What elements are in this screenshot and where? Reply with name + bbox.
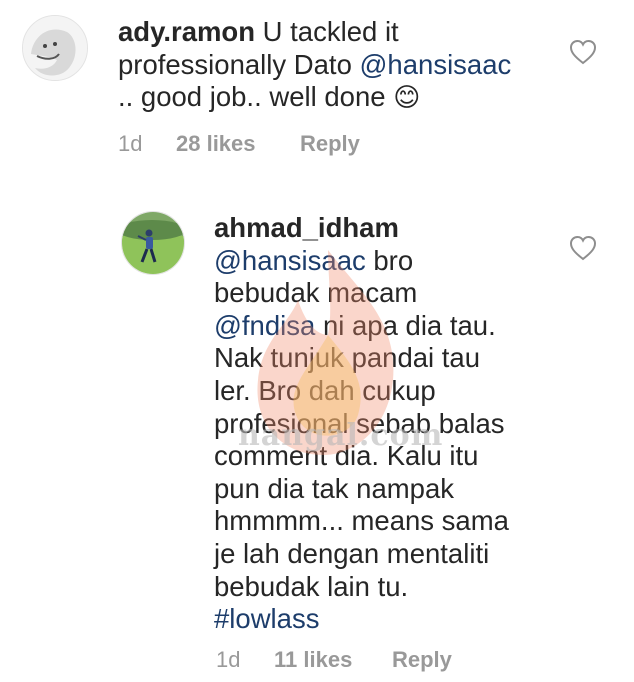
- likes-count[interactable]: 11 likes: [274, 647, 392, 673]
- username[interactable]: ady.ramon: [118, 16, 255, 47]
- avatar-golfer-photo-icon: [122, 212, 184, 274]
- emoji-smile: 😊: [393, 82, 421, 113]
- comment-meta: 1d 11 likes Reply: [216, 647, 452, 673]
- timestamp: 1d: [118, 131, 143, 156]
- comment-line: U tackled it: [262, 16, 399, 47]
- reply-button[interactable]: Reply: [300, 131, 360, 157]
- heart-outline-icon: [569, 235, 597, 261]
- comment-line: ni apa dia tau.: [315, 309, 496, 341]
- avatar[interactable]: [22, 15, 88, 81]
- comment-line: professionally Dato: [118, 48, 360, 80]
- like-button[interactable]: [568, 234, 598, 262]
- mention-link[interactable]: @hansisaac: [214, 245, 366, 276]
- comment-text: ady.ramon U tackled it professionally Da…: [118, 16, 558, 114]
- timestamp: 1d: [216, 647, 241, 672]
- comment-line: bro: [365, 244, 414, 276]
- comment-line: bebudak lain tu.: [214, 570, 409, 602]
- avatar-photo-icon: [23, 16, 87, 80]
- comment-line: hmmmm... means sama: [214, 505, 509, 537]
- comment-line: profesional sebab balas: [214, 407, 505, 439]
- avatar[interactable]: [121, 211, 185, 275]
- comment-line: je lah dengan mentaliti: [214, 537, 490, 569]
- mention-link[interactable]: @hansisaac: [360, 49, 512, 80]
- reply-button[interactable]: Reply: [392, 647, 452, 673]
- likes-count[interactable]: 28 likes: [176, 131, 300, 157]
- comment-line: ler. Bro dah cukup: [214, 374, 436, 406]
- like-button[interactable]: [568, 38, 598, 66]
- username[interactable]: ahmad_idham: [214, 212, 554, 245]
- comment-line: comment dia. Kalu itu: [214, 440, 479, 472]
- comment-line: Nak tunjuk pandai tau: [214, 342, 481, 374]
- comment-line: bebudak macam: [214, 277, 418, 309]
- mention-link[interactable]: @fndisa: [214, 310, 315, 341]
- comment-line: pun dia tak nampak: [214, 472, 455, 504]
- comment-text: ahmad_idham @hansisaac bro bebudak macam…: [214, 212, 554, 636]
- comment-line: .. good job.. well done: [118, 81, 394, 113]
- comment-meta: 1d 28 likes Reply: [118, 131, 360, 157]
- hashtag-link[interactable]: #lowlass: [214, 603, 319, 634]
- heart-outline-icon: [569, 39, 597, 65]
